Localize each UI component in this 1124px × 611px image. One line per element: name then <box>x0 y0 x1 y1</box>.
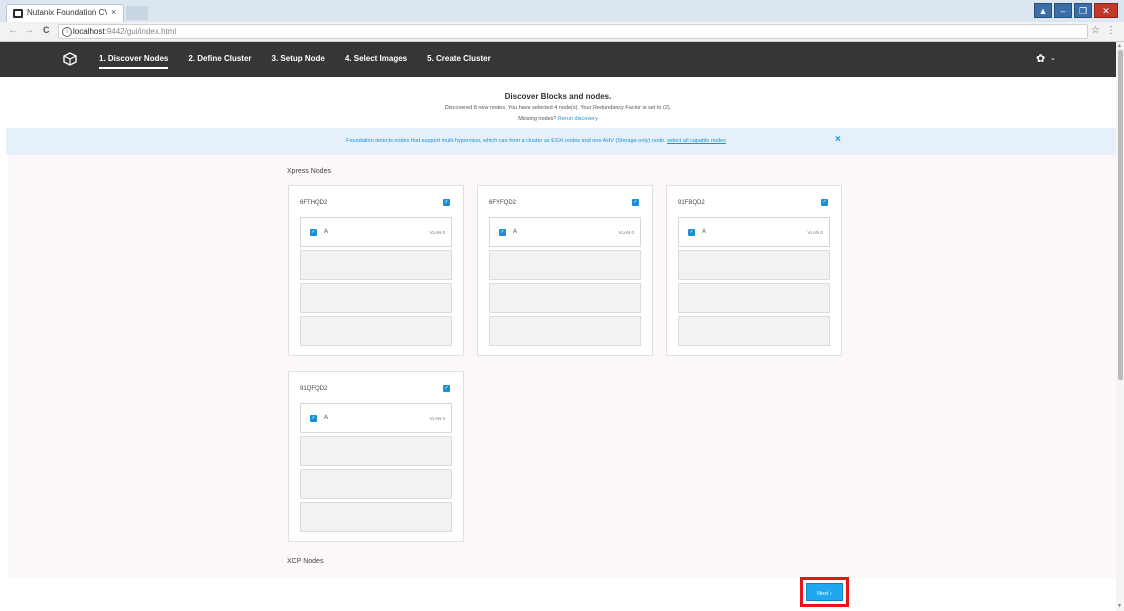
reload-icon[interactable]: C <box>43 25 50 35</box>
close-window-button[interactable]: ✕ <box>1094 3 1118 18</box>
vlan-label: VLAN 0 <box>618 230 634 235</box>
scroll-down-icon[interactable]: ▼ <box>1117 603 1122 609</box>
close-icon[interactable]: × <box>835 134 841 145</box>
banner-message-line: Foundation detects nodes that support mu… <box>6 138 1066 144</box>
window-controls: ▲ – ❐ ✕ <box>1034 3 1118 19</box>
forward-icon[interactable]: → <box>24 25 34 36</box>
next-button[interactable]: Next › <box>806 583 843 601</box>
new-tab-button[interactable] <box>126 6 148 20</box>
wizard-steps: 1. Discover Nodes 2. Define Cluster 3. S… <box>99 54 511 69</box>
empty-node-slot <box>300 250 452 280</box>
app-nav-bar: 1. Discover Nodes 2. Define Cluster 3. S… <box>0 42 1116 77</box>
browser-titlebar: Nutanix Foundation CVM × ▲ – ❐ ✕ <box>0 0 1124 22</box>
empty-node-slot <box>489 250 641 280</box>
node-row: ✓ A VLAN 0 <box>300 217 452 247</box>
block-checkbox[interactable]: ✓ <box>632 199 639 206</box>
step-discover-nodes[interactable]: 1. Discover Nodes <box>99 54 169 69</box>
node-checkbox[interactable]: ✓ <box>310 415 317 422</box>
missing-nodes-line: Missing nodes? Rerun discovery <box>0 116 1116 122</box>
node-label: A <box>702 229 707 235</box>
empty-node-slot <box>489 283 641 313</box>
page-footer <box>0 578 1116 611</box>
block-serial: 91FBQD2 <box>678 200 705 206</box>
address-bar: ← → C i localhost:9442/gui/index.html ☆ … <box>0 22 1124 42</box>
block-checkbox[interactable]: ✓ <box>443 385 450 392</box>
chevron-down-icon[interactable]: ⌄ <box>1050 54 1056 62</box>
banner-message: Foundation detects nodes that support mu… <box>346 138 666 144</box>
node-checkbox[interactable]: ✓ <box>310 229 317 236</box>
block-card: 91QFQD2 ✓ ✓ A VLAN 0 <box>288 371 464 542</box>
select-capable-nodes-link[interactable]: select all capable nodes <box>667 138 726 144</box>
empty-node-slot <box>678 316 830 346</box>
block-card: 6FTHQD2 ✓ ✓ A VLAN 0 <box>288 185 464 356</box>
empty-node-slot <box>300 502 452 532</box>
empty-node-slot <box>300 436 452 466</box>
step-define-cluster[interactable]: 2. Define Cluster <box>188 54 251 69</box>
node-row: ✓ A VLAN 0 <box>678 217 830 247</box>
back-icon[interactable]: ← <box>8 25 18 36</box>
vlan-label: VLAN 0 <box>429 416 445 421</box>
node-label: A <box>324 415 329 421</box>
step-setup-node[interactable]: 3. Setup Node <box>272 54 325 69</box>
url-input[interactable]: i localhost:9442/gui/index.html <box>58 24 1088 39</box>
section-xpress-nodes: Xpress Nodes <box>287 168 331 175</box>
page-title: Discover Blocks and nodes. <box>504 92 612 101</box>
rerun-discovery-link[interactable]: Rerun discovery <box>558 116 598 122</box>
empty-node-slot <box>300 469 452 499</box>
bookmark-star-icon[interactable]: ☆ <box>1091 25 1100 36</box>
tab-title: Nutanix Foundation CVM <box>27 8 107 17</box>
url-path: :9442/gui/index.html <box>104 27 177 36</box>
block-card: 91FBQD2 ✓ ✓ A VLAN 0 <box>666 185 842 356</box>
empty-node-slot <box>300 316 452 346</box>
url-host: localhost <box>73 27 105 36</box>
gear-icon[interactable]: ✿ <box>1036 52 1045 65</box>
empty-node-slot <box>489 316 641 346</box>
nutanix-favicon-icon <box>13 9 23 18</box>
discovery-summary: Discovered 8 new nodes. You have selecte… <box>444 105 672 111</box>
main-content: Xpress Nodes 6FTHQD2 ✓ ✓ A VLAN 0 6FYFQD… <box>8 155 1116 578</box>
info-banner: Foundation detects nodes that support mu… <box>6 128 1116 155</box>
block-serial: 6FYFQD2 <box>489 200 517 206</box>
block-checkbox[interactable]: ✓ <box>821 199 828 206</box>
vlan-label: VLAN 0 <box>429 230 445 235</box>
block-checkbox[interactable]: ✓ <box>443 199 450 206</box>
maximize-button[interactable]: ❐ <box>1074 3 1092 18</box>
block-serial: 6FTHQD2 <box>300 200 328 206</box>
scrollbar-thumb[interactable] <box>1118 50 1123 380</box>
node-row: ✓ A VLAN 0 <box>300 403 452 433</box>
scroll-up-icon[interactable]: ▲ <box>1117 43 1122 49</box>
browser-tab[interactable]: Nutanix Foundation CVM × <box>6 4 124 22</box>
browser-menu-icon[interactable]: ⋮ <box>1106 25 1116 36</box>
info-icon[interactable]: i <box>62 27 72 37</box>
user-icon[interactable]: ▲ <box>1034 3 1052 18</box>
node-label: A <box>324 229 329 235</box>
node-row: ✓ A VLAN 0 <box>489 217 641 247</box>
section-xcp-nodes: XCP Nodes <box>287 558 324 565</box>
nutanix-logo-icon <box>63 52 77 66</box>
node-label: A <box>513 229 518 235</box>
empty-node-slot <box>678 283 830 313</box>
tab-close-icon[interactable]: × <box>111 7 116 17</box>
missing-nodes-text: Missing nodes? <box>518 116 557 122</box>
node-checkbox[interactable]: ✓ <box>499 229 506 236</box>
block-card: 6FYFQD2 ✓ ✓ A VLAN 0 <box>477 185 653 356</box>
step-select-images[interactable]: 4. Select Images <box>345 54 407 69</box>
node-checkbox[interactable]: ✓ <box>688 229 695 236</box>
empty-node-slot <box>300 283 452 313</box>
minimize-button[interactable]: – <box>1054 3 1072 18</box>
vlan-label: VLAN 0 <box>807 230 823 235</box>
block-serial: 91QFQD2 <box>300 386 328 392</box>
page-header: Discover Blocks and nodes. Discovered 8 … <box>0 77 1116 127</box>
empty-node-slot <box>678 250 830 280</box>
step-create-cluster[interactable]: 5. Create Cluster <box>427 54 491 69</box>
